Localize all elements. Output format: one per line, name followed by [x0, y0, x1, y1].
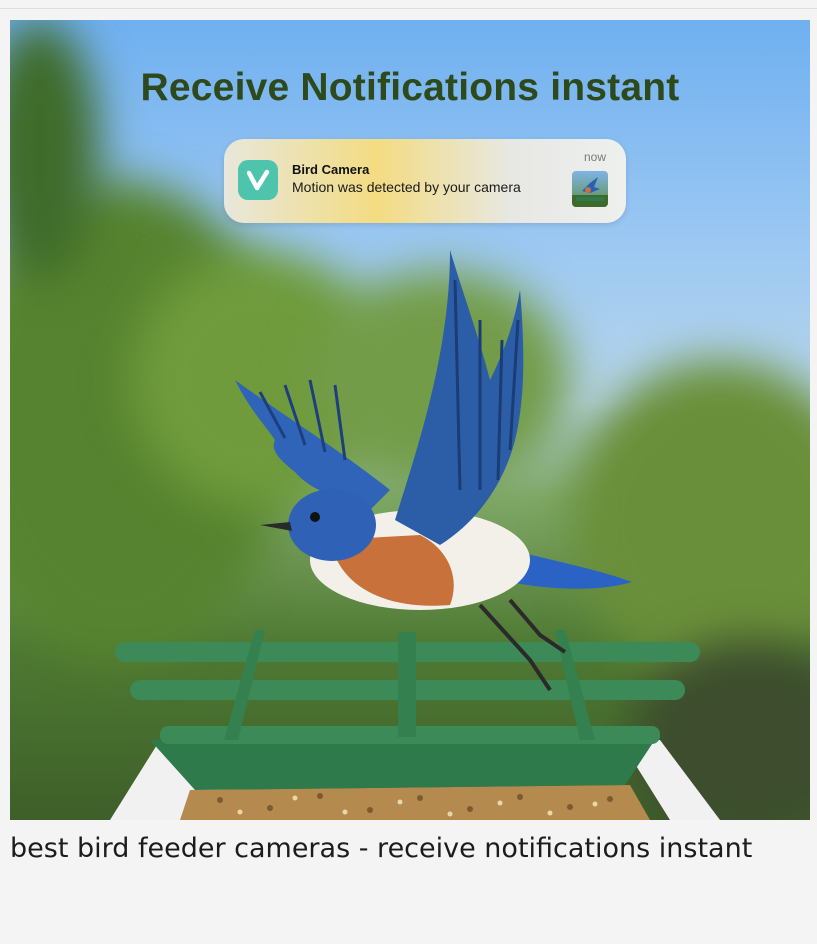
bluebird-on-feeder-image [110, 250, 720, 820]
hero-image: Receive Notifications instant Bird Camer… [10, 20, 810, 820]
image-caption: best bird feeder cameras - receive notif… [10, 833, 753, 864]
top-divider [0, 0, 817, 9]
